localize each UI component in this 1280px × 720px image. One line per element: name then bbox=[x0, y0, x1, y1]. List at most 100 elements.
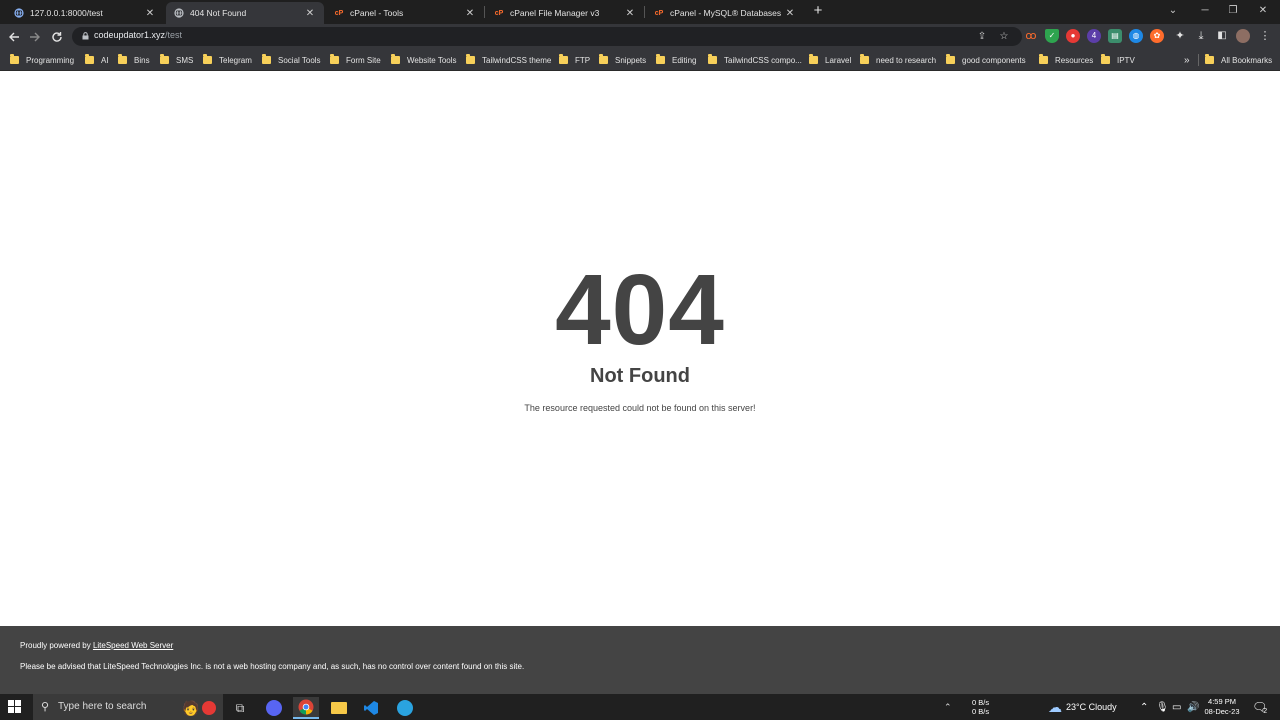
close-icon[interactable]: ✕ bbox=[624, 8, 636, 19]
windows-start-icon[interactable] bbox=[8, 700, 22, 714]
bookmark-folder[interactable]: Telegram bbox=[203, 53, 252, 67]
shield-extension-icon[interactable]: ✓ bbox=[1045, 29, 1059, 43]
minimize-button[interactable]: ─ bbox=[1192, 2, 1218, 20]
net-upload: 0 B/s bbox=[972, 698, 990, 707]
search-placeholder: Type here to search bbox=[58, 701, 147, 712]
pokeball-extension-icon[interactable]: ● bbox=[1066, 29, 1080, 43]
folder-icon bbox=[559, 54, 568, 64]
clock[interactable]: 4:59 PM 08-Dec-23 bbox=[1200, 694, 1244, 720]
close-icon[interactable]: ✕ bbox=[784, 8, 796, 19]
bookmark-folder[interactable]: Snippets bbox=[599, 53, 646, 67]
bookmark-folder[interactable]: SMS bbox=[160, 53, 193, 67]
globe-extension-icon[interactable]: ◍ bbox=[1129, 29, 1143, 43]
download-icon[interactable]: ⤓ bbox=[1194, 29, 1208, 43]
cpanel-extension-icon[interactable]: ꝏ bbox=[1024, 29, 1038, 43]
bookmark-folder[interactable]: Social Tools bbox=[262, 53, 321, 67]
side-panel-icon[interactable]: ◧ bbox=[1215, 29, 1229, 43]
bookmark-folder[interactable]: IPTV bbox=[1101, 53, 1135, 67]
sheet-extension-icon[interactable]: ▤ bbox=[1108, 29, 1122, 43]
puzzle-icon[interactable]: ✦ bbox=[1173, 29, 1187, 43]
microphone-icon[interactable]: 🎙 bbox=[1156, 694, 1169, 720]
restore-button[interactable]: ❐ bbox=[1220, 2, 1246, 20]
bookmark-folder[interactable]: Resources bbox=[1039, 53, 1093, 67]
close-icon[interactable]: ✕ bbox=[304, 8, 316, 19]
close-icon[interactable]: ✕ bbox=[144, 8, 156, 19]
tab-localhost[interactable]: 127.0.0.1:8000/test ✕ bbox=[6, 2, 164, 24]
bookmark-label: Snippets bbox=[615, 55, 647, 65]
bookmark-folder[interactable]: Programming bbox=[10, 53, 74, 67]
bookmark-label: good components bbox=[962, 55, 1026, 65]
volume-icon[interactable]: 🔊 bbox=[1187, 694, 1199, 720]
kebab-menu-icon[interactable]: ⋮ bbox=[1258, 29, 1272, 43]
address-bar[interactable]: codeupdator1.xyz/test ⇪ ☆ bbox=[72, 27, 1022, 46]
tab-cpanel-mysql[interactable]: cP cPanel - MySQL® Databases ✕ bbox=[646, 2, 804, 24]
network-speed: 0 B/s 0 B/s bbox=[972, 694, 989, 720]
folder-icon bbox=[330, 54, 339, 64]
bookmark-label: Bins bbox=[134, 55, 150, 65]
bookmark-folder[interactable]: need to research bbox=[860, 53, 936, 67]
new-tab-button[interactable]: + bbox=[810, 2, 826, 20]
discord-icon[interactable] bbox=[261, 697, 287, 719]
reload-button[interactable] bbox=[48, 28, 66, 46]
close-window-button[interactable]: ✕ bbox=[1250, 2, 1276, 20]
bookmark-folder[interactable]: TailwindCSS theme bbox=[466, 53, 551, 67]
tab-title: 404 Not Found bbox=[190, 8, 247, 18]
bookmark-folder[interactable]: FTP bbox=[559, 53, 590, 67]
vscode-icon[interactable] bbox=[358, 697, 384, 719]
task-view-icon[interactable]: ⧉ bbox=[227, 697, 253, 719]
litespeed-link[interactable]: LiteSpeed Web Server bbox=[93, 641, 173, 650]
share-icon[interactable]: ⇪ bbox=[975, 30, 989, 44]
close-icon[interactable]: ✕ bbox=[464, 8, 476, 19]
tab-cpanel-file-manager[interactable]: cP cPanel File Manager v3 ✕ bbox=[486, 2, 644, 24]
lock-icon bbox=[82, 32, 89, 40]
bookmark-label: Editing bbox=[672, 55, 697, 65]
all-bookmarks-button[interactable]: All Bookmarks bbox=[1205, 53, 1272, 67]
bookmark-folder[interactable]: Bins bbox=[118, 53, 150, 67]
weather-widget[interactable]: ☁ 23°C Cloudy bbox=[1048, 694, 1117, 720]
notification-count: 2 bbox=[1263, 707, 1268, 715]
reload-icon bbox=[52, 32, 62, 42]
bookmark-label: Programming bbox=[26, 55, 75, 65]
bookmark-label: Resources bbox=[1055, 55, 1094, 65]
search-highlight-icon[interactable]: 🧑 bbox=[176, 697, 222, 719]
bookmark-folder[interactable]: Laravel bbox=[809, 53, 851, 67]
url-host: codeupdator1.xyz bbox=[94, 30, 166, 40]
search-icon: ⚲ bbox=[41, 701, 50, 713]
arrow-left-icon bbox=[9, 32, 19, 42]
back-button[interactable] bbox=[5, 28, 23, 46]
bookmark-label: Website Tools bbox=[407, 55, 457, 65]
file-explorer-icon[interactable] bbox=[326, 697, 352, 719]
show-hidden-icons-icon[interactable]: ⌃ bbox=[1140, 694, 1148, 720]
bookmark-folder[interactable]: Form Site bbox=[330, 53, 381, 67]
bookmark-folder[interactable]: good components bbox=[946, 53, 1026, 67]
hosting-notice: Please be advised that LiteSpeed Technol… bbox=[20, 662, 525, 671]
globe-icon bbox=[174, 8, 184, 18]
browser-toolbar: codeupdator1.xyz/test ⇪ ☆ ꝏ ✓ ● 4 ▤ ◍ ✿ … bbox=[0, 24, 1280, 49]
bookmark-folder[interactable]: Editing bbox=[656, 53, 696, 67]
error-message: The resource requested could not be foun… bbox=[524, 403, 756, 413]
star-icon[interactable]: ☆ bbox=[997, 30, 1011, 44]
bookmark-folder[interactable]: TailwindCSS compo... bbox=[708, 53, 802, 67]
folder-icon bbox=[809, 54, 818, 64]
badge-extension-icon[interactable]: 4 bbox=[1087, 29, 1101, 43]
tab-search-icon[interactable]: ⌄ bbox=[1160, 2, 1186, 20]
bookmark-label: IPTV bbox=[1117, 55, 1135, 65]
bookmark-label: FTP bbox=[575, 55, 591, 65]
tab-404-not-found[interactable]: 404 Not Found ✕ bbox=[166, 2, 324, 24]
bookmark-folder[interactable]: AI bbox=[85, 53, 109, 67]
bookmark-folder[interactable]: Website Tools bbox=[391, 53, 457, 67]
avatar[interactable] bbox=[1236, 29, 1250, 43]
folder-icon bbox=[946, 54, 955, 64]
tab-cpanel-tools[interactable]: cP cPanel - Tools ✕ bbox=[326, 2, 484, 24]
bookmarks-overflow-button[interactable]: » bbox=[1184, 53, 1190, 67]
folder-icon bbox=[160, 54, 169, 64]
notifications-button[interactable]: 🗨 2 bbox=[1252, 694, 1267, 720]
bookmark-label: need to research bbox=[876, 55, 937, 65]
forward-button[interactable] bbox=[26, 28, 44, 46]
telegram-icon[interactable] bbox=[392, 697, 418, 719]
bookmarks-bar: Programming AI Bins SMS Telegram Social … bbox=[0, 49, 1280, 71]
orange-extension-icon[interactable]: ✿ bbox=[1150, 29, 1164, 43]
windows-taskbar: ⚲ Type here to search 🧑 ⧉ ⌃ 0 B/s 0 B/s … bbox=[0, 694, 1280, 720]
network-icon[interactable]: ▭ bbox=[1172, 694, 1181, 720]
chrome-icon[interactable] bbox=[293, 697, 319, 719]
